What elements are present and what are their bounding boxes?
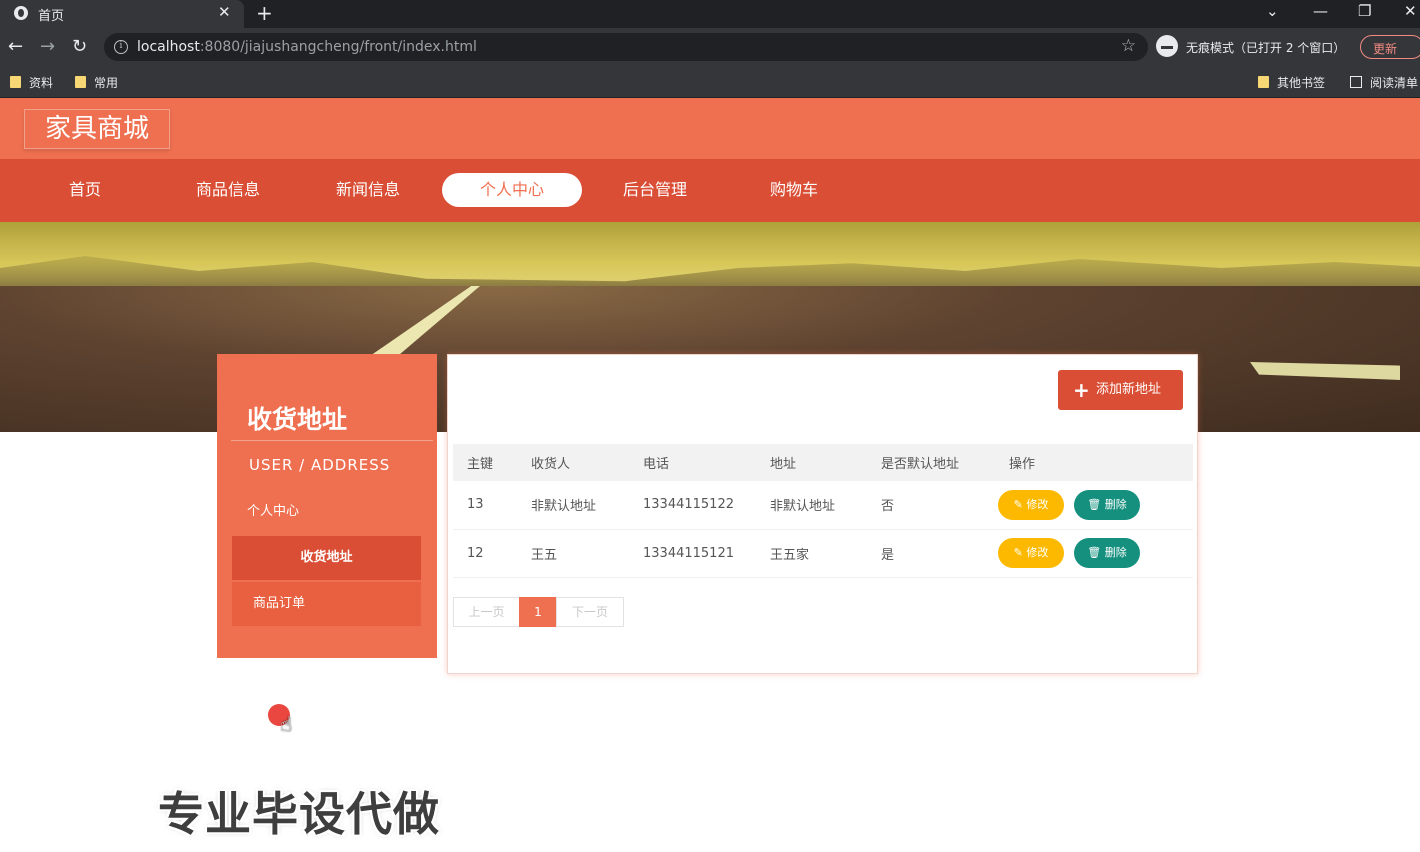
cell-name: 非默认地址 — [517, 481, 629, 530]
pencil-icon: ✎ — [1013, 546, 1027, 559]
table-row: 12 王五 13344115121 王五家 是 ✎ 修改 🗑 删除 — [453, 529, 1193, 578]
trash-icon: 🗑 — [1087, 546, 1105, 559]
tab-search-icon[interactable]: ⌄ — [1266, 2, 1279, 20]
minimize-icon[interactable]: — — [1313, 2, 1328, 20]
nav-products[interactable]: 商品信息 — [158, 173, 298, 207]
table-header-row: 主键 收货人 电话 地址 是否默认地址 操作 — [453, 444, 1193, 481]
incognito-icon — [1156, 35, 1178, 57]
column-header: 收货人 — [517, 444, 629, 481]
site-logo[interactable]: 家具商城 — [24, 109, 170, 149]
nav-home[interactable]: 首页 — [15, 173, 155, 207]
hand-cursor-icon: ☝ — [280, 712, 293, 736]
column-header: 操作 — [995, 444, 1193, 481]
prev-page-button[interactable]: 上一页 — [453, 597, 520, 627]
reload-icon[interactable]: ↻ — [72, 36, 87, 57]
cell-actions: ✎ 修改 🗑 删除 — [995, 529, 1193, 578]
add-address-button[interactable]: + 添加新地址 — [1058, 370, 1183, 410]
browser-tab[interactable]: 首页 ✕ — [0, 0, 244, 28]
bookmark-folder[interactable]: 常用 — [75, 74, 118, 91]
reading-list-icon — [1350, 76, 1362, 88]
next-page-button[interactable]: 下一页 — [556, 597, 624, 627]
nav-cart[interactable]: 购物车 — [724, 173, 864, 207]
edit-button[interactable]: ✎ 修改 — [998, 538, 1064, 568]
delete-button[interactable]: 🗑 删除 — [1074, 489, 1140, 520]
main-nav: 首页 商品信息 新闻信息 个人中心 后台管理 购物车 — [0, 159, 1420, 222]
column-header: 主键 — [453, 444, 517, 481]
table-row: 13 非默认地址 13344115122 非默认地址 否 ✎ 修改 🗑 删除 — [453, 481, 1193, 530]
folder-icon — [1258, 76, 1269, 88]
restore-icon[interactable]: ❐ — [1358, 2, 1371, 20]
cell-id: 13 — [453, 481, 517, 530]
bookmark-folder[interactable]: 资料 — [10, 74, 53, 91]
cell-default: 否 — [867, 481, 995, 530]
delete-button[interactable]: 🗑 删除 — [1074, 538, 1140, 568]
folder-icon — [75, 76, 86, 88]
sidebar-item-orders[interactable]: 商品订单 — [232, 582, 421, 626]
bookmark-star-icon[interactable]: ☆ — [1121, 36, 1136, 56]
tab-title: 首页 — [38, 9, 65, 24]
new-tab-button[interactable]: + — [256, 1, 273, 25]
sidebar-divider — [231, 440, 433, 441]
page-number-button[interactable]: 1 — [519, 597, 557, 627]
watermark-text: 专业毕设代做 — [158, 787, 440, 841]
update-button[interactable]: 更新 — [1360, 35, 1420, 59]
pencil-icon: ✎ — [1013, 497, 1027, 511]
url-bar[interactable]: i localhost:8080/jiajushangcheng/front/i… — [104, 33, 1148, 61]
sidebar-item-address[interactable]: 收货地址 — [232, 536, 421, 580]
column-header: 电话 — [629, 444, 756, 481]
forward-icon[interactable]: → — [40, 36, 55, 57]
url-text: localhost:8080/jiajushangcheng/front/ind… — [137, 39, 477, 55]
cell-id: 12 — [453, 529, 517, 578]
address-table: 主键 收货人 电话 地址 是否默认地址 操作 13 非默认地址 13344115… — [453, 444, 1193, 578]
nav-admin[interactable]: 后台管理 — [585, 173, 725, 207]
sidebar-title: 收货地址 — [247, 405, 348, 434]
folder-icon — [10, 76, 21, 88]
address-toolbar: ← → ↻ i localhost:8080/jiajushangcheng/f… — [0, 28, 1420, 66]
column-header: 是否默认地址 — [867, 444, 995, 481]
user-sidebar: 收货地址 USER / ADDRESS 个人中心 收货地址 商品订单 — [217, 354, 437, 658]
reading-list[interactable]: 阅读清单 — [1350, 74, 1418, 91]
site-header: 家具商城 — [0, 98, 1420, 159]
cell-name: 王五 — [517, 529, 629, 578]
bookmarks-bar: 资料 常用 其他书签 阅读清单 — [0, 66, 1420, 98]
cell-address: 王五家 — [756, 529, 867, 578]
close-window-icon[interactable]: ✕ — [1404, 2, 1417, 20]
info-icon[interactable]: i — [114, 40, 128, 54]
cell-address: 非默认地址 — [756, 481, 867, 530]
other-bookmarks[interactable]: 其他书签 — [1258, 74, 1325, 91]
nav-news[interactable]: 新闻信息 — [298, 173, 438, 207]
sidebar-subtitle: USER / ADDRESS — [249, 456, 391, 474]
globe-icon — [14, 6, 28, 20]
cell-actions: ✎ 修改 🗑 删除 — [995, 481, 1193, 530]
edit-button[interactable]: ✎ 修改 — [998, 489, 1064, 520]
trash-icon: 🗑 — [1087, 497, 1105, 511]
address-panel: + 添加新地址 主键 收货人 电话 地址 是否默认地址 操作 13 非默认地址 … — [447, 354, 1198, 674]
close-tab-icon[interactable]: ✕ — [218, 3, 231, 21]
browser-tabbar: 首页 ✕ + ⌄ — ❐ ✕ — [0, 0, 1420, 28]
cell-phone: 13344115121 — [629, 529, 756, 578]
nav-personal-center[interactable]: 个人中心 — [442, 173, 582, 207]
back-icon[interactable]: ← — [8, 36, 23, 57]
sidebar-item-personal-center[interactable]: 个人中心 — [232, 490, 421, 534]
plus-icon: + — [1073, 378, 1090, 402]
cell-phone: 13344115122 — [629, 481, 756, 530]
cell-default: 是 — [867, 529, 995, 578]
column-header: 地址 — [756, 444, 867, 481]
